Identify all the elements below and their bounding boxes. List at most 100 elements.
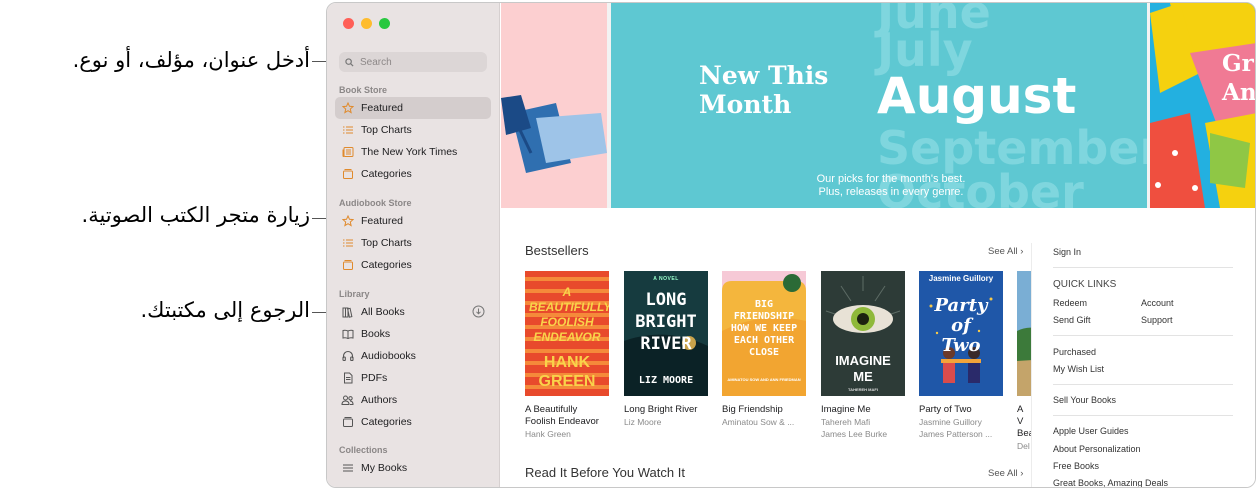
list-icon bbox=[341, 462, 354, 475]
callout-library: الرجوع إلى مكتبتك. bbox=[140, 298, 311, 322]
quick-links-heading: QUICK LINKS bbox=[1053, 279, 1117, 290]
sidebar-item-audio-top-charts[interactable]: Top Charts bbox=[335, 232, 491, 254]
book-card[interactable]: BIG FRIENDSHIP HOW WE KEEP EACH OTHER CL… bbox=[722, 271, 806, 428]
cover-kicker: A NOVEL bbox=[653, 276, 679, 282]
divider bbox=[1053, 415, 1233, 416]
new-this-month-title: New This Month bbox=[699, 61, 829, 119]
sidebar-item-label: Featured bbox=[361, 215, 404, 227]
cover-title: Party of Two bbox=[934, 295, 988, 356]
sidebar-item-audio-featured[interactable]: Featured bbox=[335, 210, 491, 232]
banner-right-title: Gr An bbox=[1222, 49, 1255, 107]
zoom-button[interactable] bbox=[379, 18, 390, 29]
book-title: Imagine Me bbox=[821, 404, 871, 415]
sidebar-item-book-categories[interactable]: Categories bbox=[335, 163, 491, 185]
minimize-button[interactable] bbox=[361, 18, 372, 29]
book-author: Aminatou Sow & ... bbox=[722, 417, 795, 427]
sidebar-item-books[interactable]: Books bbox=[335, 323, 491, 345]
sidebar-item-library-categories[interactable]: Categories bbox=[335, 411, 491, 433]
close-button[interactable] bbox=[343, 18, 354, 29]
list-icon bbox=[341, 124, 354, 137]
sidebar-item-label: My Books bbox=[361, 462, 408, 474]
book-author: Tahereh Mafi bbox=[821, 417, 871, 427]
sell-books-link[interactable]: Sell Your Books bbox=[1053, 395, 1116, 405]
sidebar-item-label: Top Charts bbox=[361, 237, 412, 249]
book-title: Party of Two bbox=[919, 404, 972, 415]
chevron-right-icon: › bbox=[1020, 468, 1024, 479]
account-link[interactable]: Account bbox=[1141, 298, 1174, 308]
sidebar-item-label: PDFs bbox=[361, 372, 388, 384]
book-cover: IMAGINE ME TAHEREH MAFI bbox=[821, 271, 905, 396]
sidebar-item-book-top-charts[interactable]: Top Charts bbox=[335, 119, 491, 141]
newspaper-icon bbox=[341, 146, 354, 159]
banner-right-line1: Gr bbox=[1222, 50, 1254, 77]
sidebar: Search Book Store Featured Top Charts Th… bbox=[327, 3, 500, 487]
book-title-continued: Bea bbox=[1017, 428, 1031, 439]
sidebar-item-label: Categories bbox=[361, 168, 412, 180]
book-card[interactable]: A V Bea Del bbox=[1017, 271, 1031, 452]
book-card[interactable]: IMAGINE ME TAHEREH MAFI Imagine Me Taher… bbox=[821, 271, 905, 440]
sidebar-item-pdfs[interactable]: PDFs bbox=[335, 367, 491, 389]
sidebar-item-audiobooks[interactable]: Audiobooks bbox=[335, 345, 491, 367]
cover-author: Jasmine Guillory bbox=[928, 274, 994, 283]
banner-picks-line1: Our picks for the month's best. bbox=[816, 173, 966, 185]
banner-panel-left[interactable] bbox=[501, 3, 607, 208]
banner-picks-line2: Plus, releases in every genre. bbox=[818, 186, 964, 198]
sidebar-item-label: Top Charts bbox=[361, 124, 412, 136]
great-deals-link[interactable]: Great Books, Amazing Deals bbox=[1053, 478, 1168, 487]
sidebar-item-authors[interactable]: Authors bbox=[335, 389, 491, 411]
cover-title: IMAGINE ME bbox=[835, 353, 891, 384]
categories-icon bbox=[341, 259, 354, 272]
cover-title: A BEAUTIFULLY FOOLISH ENDEAVOR bbox=[529, 285, 609, 344]
support-link[interactable]: Support bbox=[1141, 315, 1173, 325]
book-title: A Beautifully Foolish Endeavor bbox=[525, 404, 599, 427]
search-placeholder: Search bbox=[360, 56, 392, 68]
see-all-read-before-watch[interactable]: See All › bbox=[988, 468, 1023, 479]
sidebar-item-label: Categories bbox=[361, 416, 412, 428]
wish-list-link[interactable]: My Wish List bbox=[1053, 364, 1104, 374]
book-author: Del bbox=[1017, 441, 1030, 451]
download-icon[interactable] bbox=[472, 305, 485, 321]
sidebar-item-label: Featured bbox=[361, 102, 404, 114]
book-cover: A NOVEL LONG BRIGHT RIVER LIZ MOORE bbox=[624, 271, 708, 396]
search-input[interactable]: Search bbox=[339, 52, 487, 72]
free-books-link[interactable]: Free Books bbox=[1053, 461, 1099, 471]
sidebar-item-book-featured[interactable]: Featured bbox=[335, 97, 491, 119]
send-gift-link[interactable]: Send Gift bbox=[1053, 315, 1091, 325]
document-icon bbox=[341, 372, 354, 385]
sidebar-item-label: Audiobooks bbox=[361, 350, 416, 362]
book-card[interactable]: A BEAUTIFULLY FOOLISH ENDEAVOR HANK GREE… bbox=[525, 271, 609, 440]
book-card[interactable]: A NOVEL LONG BRIGHT RIVER LIZ MOORE Long… bbox=[624, 271, 708, 428]
book-author: Jasmine Guillory bbox=[919, 417, 982, 427]
cover-author: AMINATOU SOW AND ANN FRIEDMAN bbox=[727, 377, 801, 382]
see-all-label: See All bbox=[988, 468, 1018, 479]
sidebar-item-label: Books bbox=[361, 328, 391, 340]
divider bbox=[1053, 335, 1233, 336]
banner-panel-new-this-month[interactable]: June July August September October New T… bbox=[611, 3, 1147, 208]
cover-author: TAHEREH MAFI bbox=[848, 387, 878, 392]
book-cover: Jasmine Guillory Party of Two bbox=[919, 271, 1003, 396]
cover-author: HANK GREEN bbox=[538, 354, 596, 390]
sidebar-item-all-books[interactable]: All Books bbox=[335, 301, 491, 323]
book-icon bbox=[341, 328, 354, 341]
redeem-link[interactable]: Redeem bbox=[1053, 298, 1087, 308]
column-divider bbox=[1031, 243, 1032, 487]
banner-panel-right[interactable]: Gr An bbox=[1150, 3, 1255, 208]
section-title-read-before-watch: Read It Before You Watch It bbox=[525, 465, 685, 480]
window-controls bbox=[343, 18, 390, 29]
book-title: A V bbox=[1017, 404, 1024, 427]
see-all-bestsellers[interactable]: See All › bbox=[988, 246, 1023, 257]
sidebar-item-my-books[interactable]: My Books bbox=[335, 457, 491, 479]
sidebar-item-book-nyt[interactable]: The New York Times bbox=[335, 141, 491, 163]
search-icon bbox=[345, 57, 354, 67]
books-window: Search Book Store Featured Top Charts Th… bbox=[326, 2, 1256, 488]
people-icon bbox=[341, 394, 354, 407]
sidebar-item-label: The New York Times bbox=[361, 146, 458, 158]
purchased-link[interactable]: Purchased bbox=[1053, 347, 1096, 357]
book-card[interactable]: Jasmine Guillory Party of Two Party of T… bbox=[919, 271, 1003, 440]
sidebar-item-audio-categories[interactable]: Categories bbox=[335, 254, 491, 276]
sign-in-link[interactable]: Sign In bbox=[1053, 247, 1081, 257]
book-author: Liz Moore bbox=[624, 417, 662, 427]
personalization-link[interactable]: About Personalization bbox=[1053, 444, 1141, 454]
user-guides-link[interactable]: Apple User Guides bbox=[1053, 426, 1129, 436]
cover-title: BIG FRIENDSHIP HOW WE KEEP EACH OTHER CL… bbox=[730, 299, 798, 358]
